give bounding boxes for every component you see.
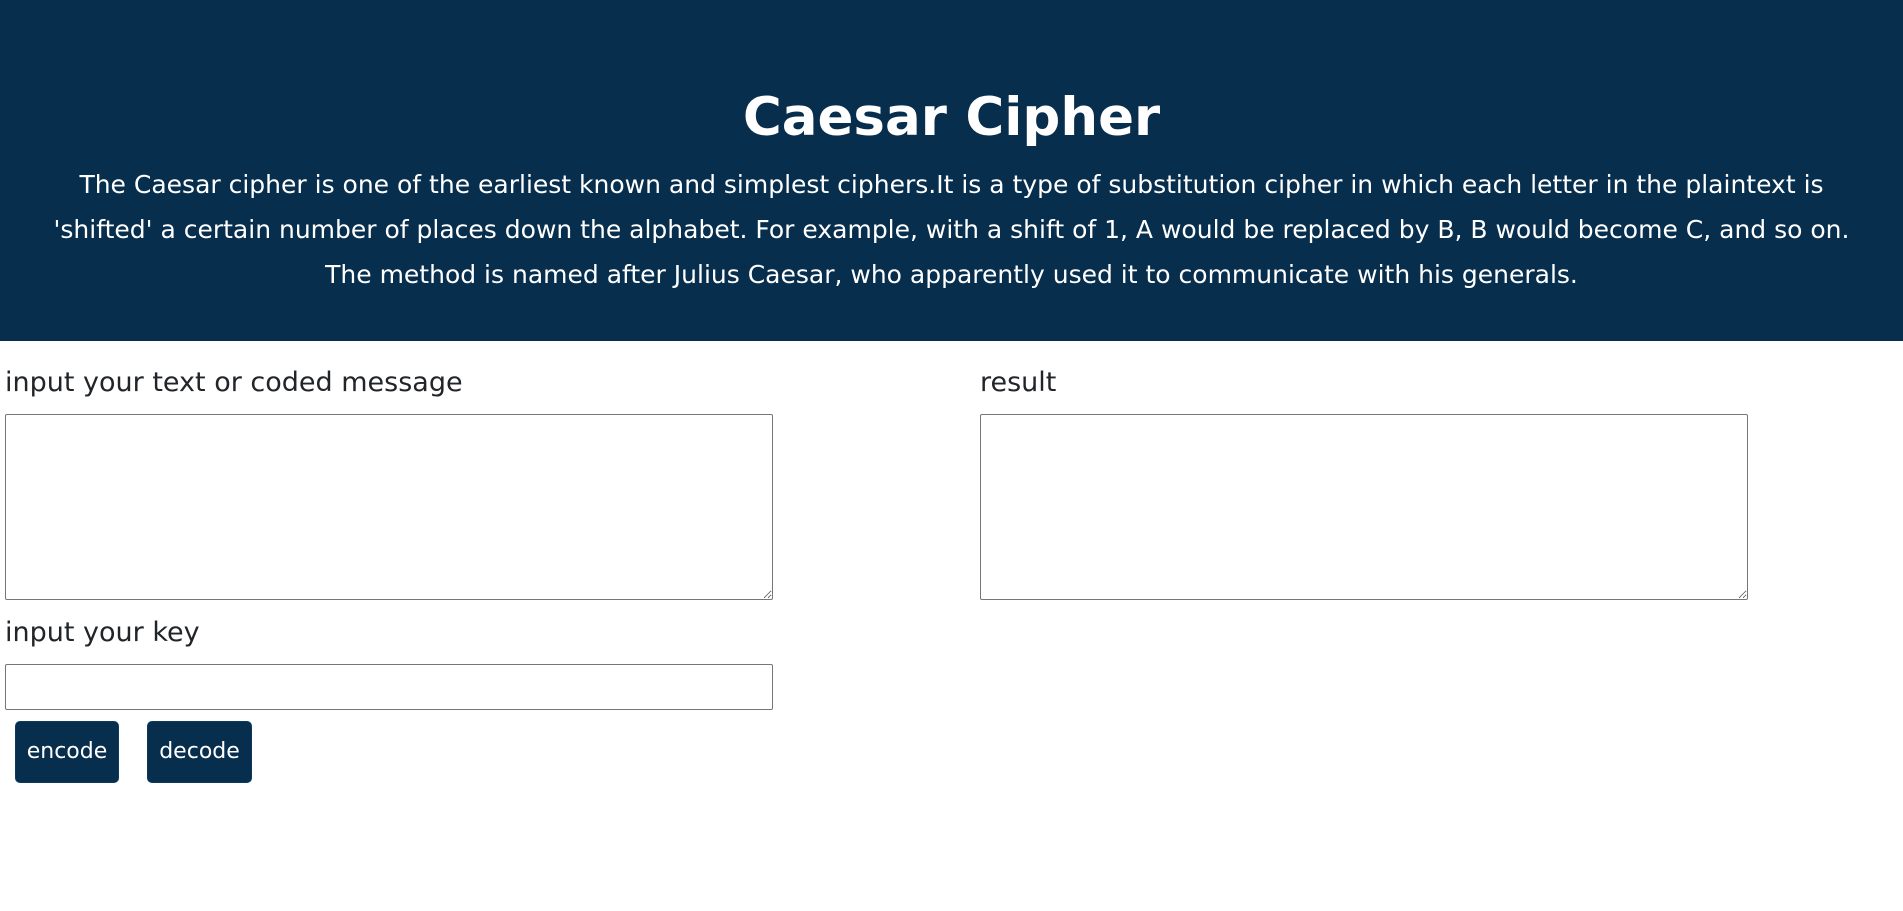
key-input[interactable] [5, 664, 773, 710]
message-input-label: input your text or coded message [5, 367, 463, 398]
cipher-description: The Caesar cipher is one of the earliest… [53, 170, 1850, 289]
message-input-textarea[interactable] [5, 414, 773, 600]
header-banner: Caesar Cipher The Caesar cipher is one o… [0, 0, 1903, 341]
page-title: Caesar Cipher [742, 87, 1161, 148]
result-textarea[interactable] [980, 414, 1748, 600]
encode-button[interactable]: encode [15, 721, 119, 783]
result-label: result [980, 367, 1057, 398]
decode-button[interactable]: decode [147, 721, 252, 783]
key-input-label: input your key [5, 617, 200, 648]
